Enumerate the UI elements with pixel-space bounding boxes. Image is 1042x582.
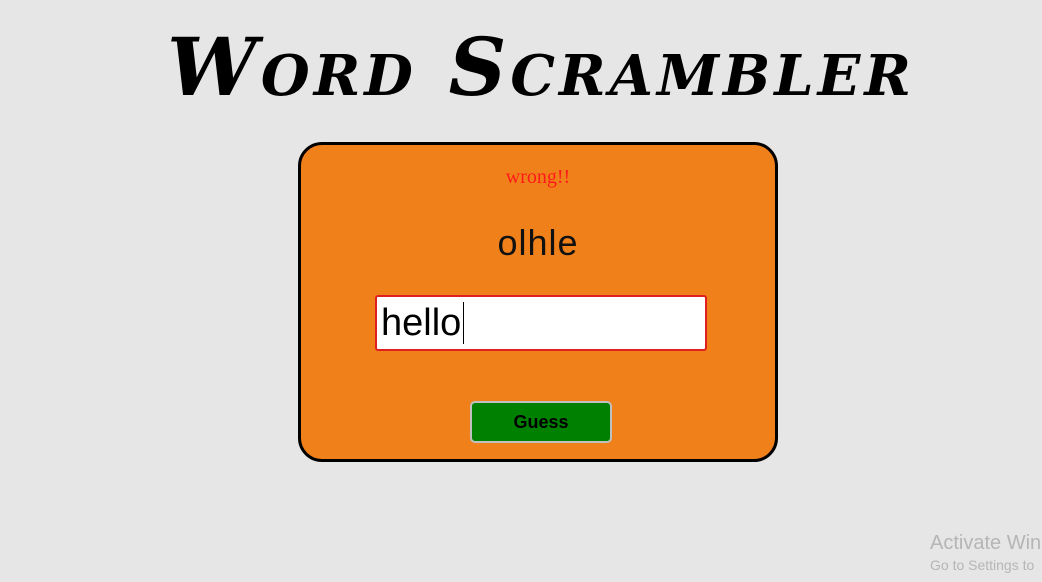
guess-input[interactable]: hello (375, 295, 707, 351)
page: Word Scrambler wrong!! olhle hello Guess… (0, 0, 1042, 582)
watermark-line-2: Go to Settings to (930, 557, 1035, 573)
guess-button[interactable]: Guess (470, 401, 612, 443)
text-caret (463, 302, 465, 344)
watermark-line-1: Activate Win (930, 532, 1042, 554)
page-title: Word Scrambler (167, 20, 915, 114)
activation-watermark: Activate Win Go to Settings to (930, 531, 1041, 574)
game-card: wrong!! olhle hello Guess (298, 142, 778, 462)
guess-input-value: hello (381, 302, 462, 344)
result-message: wrong!! (505, 166, 571, 188)
scrambled-word: olhle (497, 222, 579, 263)
